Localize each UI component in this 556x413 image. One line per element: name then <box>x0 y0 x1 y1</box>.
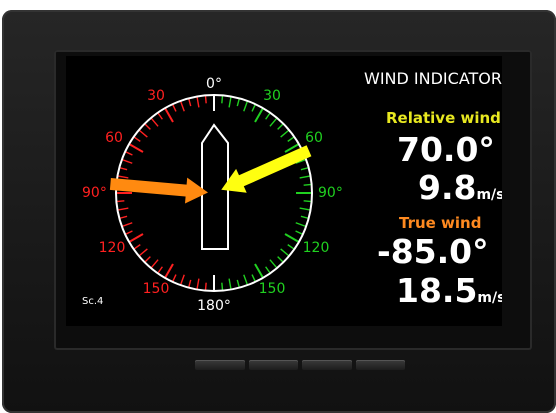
compass-tick <box>243 100 249 112</box>
compass-tick <box>133 136 141 142</box>
compass-tick <box>280 129 290 138</box>
softkey-2[interactable] <box>248 360 298 370</box>
compass-tick <box>116 200 125 203</box>
compass-tick <box>157 266 163 274</box>
true-wind-direction: -85.0° <box>377 232 489 271</box>
compass-tick <box>128 233 144 243</box>
compass-tick <box>138 248 148 257</box>
compass-tick <box>295 222 307 228</box>
softkey-3[interactable] <box>302 360 352 370</box>
compass-tick <box>254 263 264 279</box>
display-screen: 0° 180° 90° 90° 30 60 120 150 30 60 120 … <box>66 56 502 326</box>
compass-tick <box>299 207 311 211</box>
relative-wind-speed: 9.8m/s <box>418 168 502 207</box>
compass-label-port-90: 90° <box>82 185 107 201</box>
compass-label-port-150: 150 <box>143 281 170 297</box>
compass-tick <box>287 136 295 142</box>
compass-tick <box>287 244 295 250</box>
compass-tick <box>179 274 185 286</box>
compass-tick <box>179 100 185 112</box>
compass-label-port-120: 120 <box>99 240 126 256</box>
compass-tick <box>133 244 141 250</box>
compass-tick <box>303 183 312 186</box>
compass-label-stbd-150: 150 <box>259 281 286 297</box>
relative-wind-speed-unit: m/s <box>476 187 502 203</box>
relative-wind-arrow-icon <box>221 145 312 193</box>
compass-tick <box>117 175 129 179</box>
compass-tick <box>164 263 174 279</box>
compass-label-stbd-120: 120 <box>303 240 330 256</box>
true-wind-speed: 18.5m/s <box>396 271 502 310</box>
compass-tick <box>196 96 200 108</box>
compass-tick <box>150 117 159 127</box>
compass-tick <box>280 248 290 257</box>
compass-label-stbd-30: 30 <box>263 88 281 104</box>
compass-tick <box>196 278 200 290</box>
compass-tick <box>221 282 224 291</box>
compass-tick <box>144 256 151 263</box>
compass-label-port-60: 60 <box>105 130 123 146</box>
compass-tick <box>128 143 144 153</box>
compass-tick <box>117 207 129 211</box>
compass-tick <box>299 175 311 179</box>
compass-tick <box>150 259 159 269</box>
true-wind-arrow-icon <box>109 177 208 204</box>
relative-wind-speed-value: 9.8 <box>418 168 477 207</box>
relative-wind-direction: 70.0° <box>397 130 495 169</box>
compass-tick <box>144 123 151 130</box>
compass-tick <box>204 95 207 104</box>
compass-label-180: 180° <box>197 298 231 314</box>
compass-tick <box>265 112 271 120</box>
softkey-bar <box>195 360 405 372</box>
compass-tick <box>300 215 309 220</box>
compass-tick <box>171 103 177 112</box>
compass-label-0: 0° <box>206 76 222 92</box>
compass-tick <box>251 103 257 112</box>
compass-tick <box>277 123 284 130</box>
compass-tick <box>303 200 312 203</box>
compass-tick <box>138 129 148 138</box>
softkey-1[interactable] <box>195 360 245 370</box>
compass-tick <box>300 166 309 171</box>
compass-tick <box>121 222 133 228</box>
compass-tick <box>187 279 192 288</box>
compass-tick <box>284 233 300 243</box>
compass-label-port-30: 30 <box>147 88 165 104</box>
compass-label-stbd-90: 90° <box>318 185 343 201</box>
compass-label-stbd-60: 60 <box>305 130 323 146</box>
display-title: WIND INDICATOR <box>364 69 502 88</box>
compass-tick <box>187 98 192 107</box>
compass-tick <box>277 256 284 263</box>
compass-tick <box>119 166 128 171</box>
compass-tick <box>254 107 264 123</box>
compass-tick <box>121 158 133 164</box>
compass-tick <box>157 112 163 120</box>
screen-id: Sc.4 <box>82 296 104 307</box>
compass-tick <box>124 230 133 236</box>
relative-wind-label: Relative wind <box>386 109 501 127</box>
compass-tick <box>228 96 232 108</box>
true-wind-speed-value: 18.5 <box>396 271 478 310</box>
true-wind-label: True wind <box>399 214 482 232</box>
compass-tick <box>269 259 278 269</box>
compass-tick <box>124 150 133 156</box>
compass-tick <box>236 279 241 288</box>
compass-tick <box>243 274 249 286</box>
softkey-4[interactable] <box>355 360 405 370</box>
compass-tick <box>221 95 224 104</box>
compass-tick <box>204 282 207 291</box>
compass-tick <box>295 230 304 236</box>
compass-tick <box>171 274 177 283</box>
compass-tick <box>236 98 241 107</box>
compass-tick <box>251 274 257 283</box>
compass-tick <box>228 278 232 290</box>
compass-tick <box>164 107 174 123</box>
compass-tick <box>265 266 271 274</box>
compass-tick <box>119 215 128 220</box>
compass-tick <box>269 117 278 127</box>
true-wind-speed-unit: m/s <box>477 290 502 306</box>
